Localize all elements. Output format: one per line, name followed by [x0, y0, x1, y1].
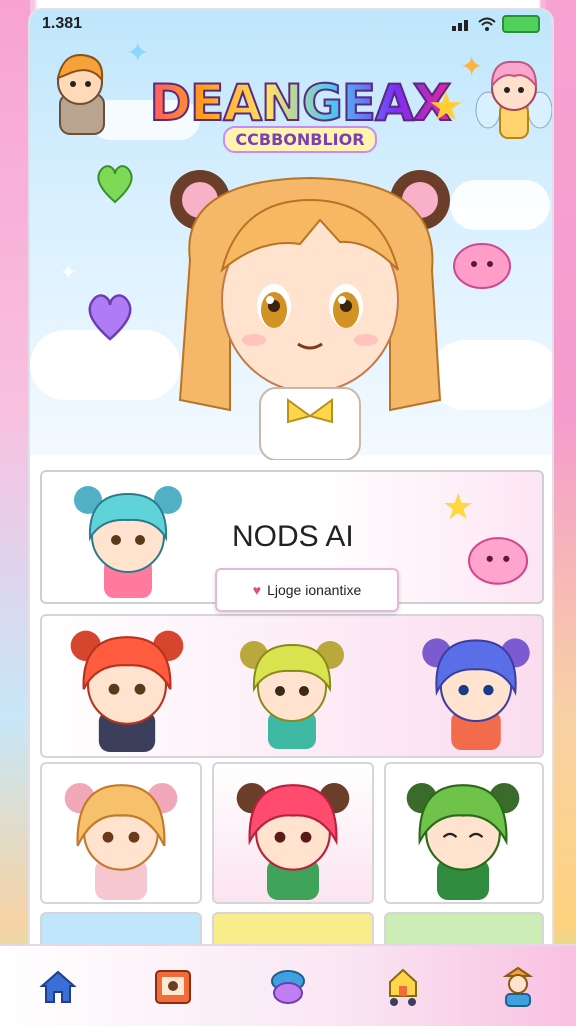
nav-home[interactable]	[33, 961, 83, 1011]
hero-banner: ✦ ✦ ✦ DEANGEAX CCBBONBLIOR ★	[30, 10, 552, 460]
mascot-icon	[270, 970, 305, 1004]
battery-icon	[502, 15, 540, 33]
bottom-nav	[0, 944, 576, 1026]
photo-frame-icon	[154, 970, 191, 1004]
character-tile[interactable]	[212, 762, 374, 904]
house-cart-icon	[389, 968, 418, 1006]
pink-hair-bear-girl-character	[236, 783, 350, 900]
sparkle-icon: ✦	[126, 37, 150, 68]
character-tile[interactable]	[384, 762, 544, 904]
character-row-card[interactable]	[40, 614, 544, 758]
category-pill-label: Ljoge ionantixe	[267, 582, 362, 598]
character-tile[interactable]	[40, 762, 202, 904]
mini-boy-character	[56, 54, 105, 135]
app-screen: 1.381 ✦ ✦ ✦ DEANGEAX CCBBONBLIOR ★ NODS …	[28, 8, 554, 962]
heart-icon: ♥	[252, 582, 262, 598]
profile-character-icon	[503, 966, 534, 1007]
lime-hair-girl-character	[240, 641, 344, 749]
purple-heart-icon	[88, 294, 132, 341]
status-icons	[452, 15, 540, 33]
category-pill[interactable]: ♥ Ljoge ionantixe	[215, 568, 399, 612]
star-icon: ★	[442, 486, 475, 527]
hero-bear-girl-character	[170, 170, 450, 460]
sparkle-icon: ✦	[60, 262, 77, 284]
mini-fairy-character	[475, 60, 552, 139]
red-hair-bear-girl-character	[70, 630, 184, 752]
wifi-icon	[478, 17, 496, 31]
star-icon: ★	[428, 85, 464, 129]
nav-mascot[interactable]	[263, 961, 313, 1011]
signal-bars-icon	[452, 20, 468, 31]
status-time: 1.381	[42, 15, 83, 32]
logo-title: DEANGEAX	[140, 73, 460, 133]
status-bar: 1.381	[30, 10, 552, 38]
green-heart-icon	[97, 165, 133, 204]
cloud	[450, 180, 550, 230]
logo-subtitle: CCBBONBLIOR	[223, 126, 377, 153]
teal-hair-girl-character	[74, 486, 182, 598]
banner-title: NODS AI	[232, 520, 354, 553]
pink-ghost-icon	[453, 243, 511, 289]
blonde-bear-girl-character	[64, 783, 178, 900]
pink-ghost-icon	[468, 537, 529, 585]
nav-shop[interactable]	[378, 961, 428, 1011]
green-hair-bear-girl-character	[406, 783, 520, 900]
left-decor-strip	[0, 0, 30, 1024]
blue-hair-girl-character	[422, 638, 530, 750]
nav-profile[interactable]	[493, 961, 543, 1011]
home-icon	[38, 970, 77, 1003]
nav-gallery[interactable]	[148, 961, 198, 1011]
app-logo: DEANGEAX CCBBONBLIOR ★	[140, 73, 464, 153]
